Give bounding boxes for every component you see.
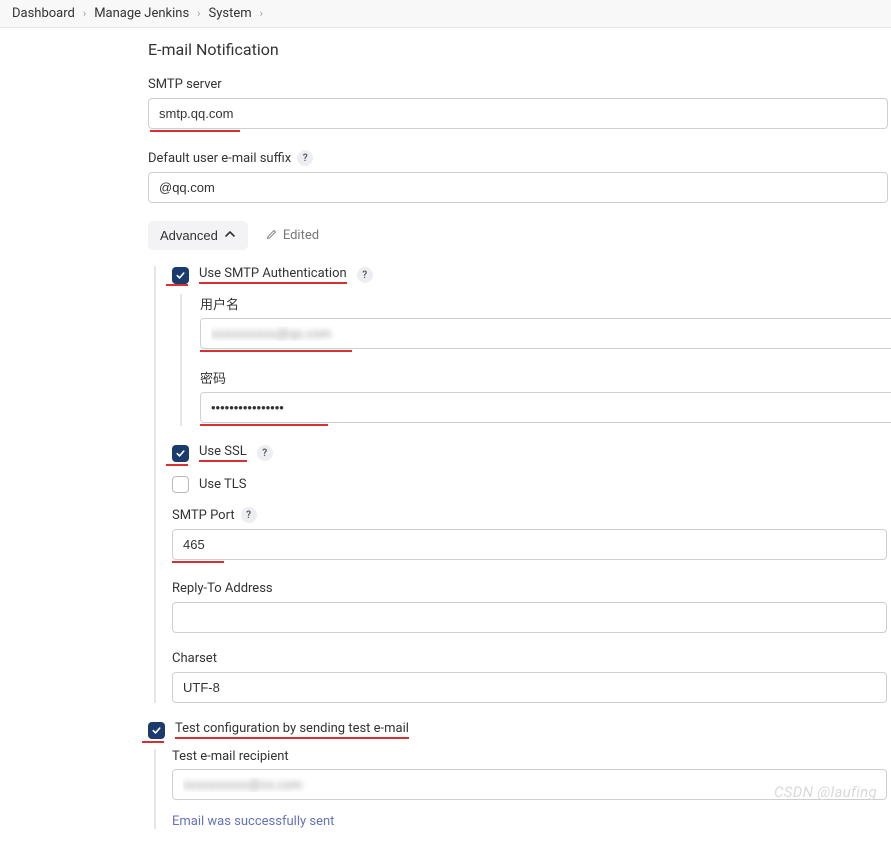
smtp-server-field: SMTP server — [148, 77, 891, 132]
auth-sub-block: 用户名 密码 — [180, 294, 891, 426]
reply-to-field: Reply-To Address — [172, 581, 891, 633]
default-suffix-input[interactable] — [148, 172, 888, 203]
breadcrumb-system[interactable]: System — [208, 6, 251, 21]
smtp-server-label: SMTP server — [148, 77, 891, 92]
chevron-right-icon: › — [83, 7, 86, 20]
smtp-port-label-text: SMTP Port — [172, 508, 235, 523]
test-config-label: Test configuration by sending test e-mai… — [175, 721, 409, 739]
section-title: E-mail Notification — [148, 40, 891, 59]
use-tls-label: Use TLS — [199, 477, 246, 492]
username-input[interactable] — [200, 318, 891, 349]
use-tls-row: Use TLS — [172, 476, 891, 493]
use-ssl-checkbox[interactable] — [172, 445, 189, 462]
use-ssl-label: Use SSL — [199, 444, 247, 462]
main-content: E-mail Notification SMTP server Default … — [0, 28, 891, 849]
chevron-right-icon: › — [197, 7, 200, 20]
advanced-button[interactable]: Advanced — [148, 221, 248, 250]
test-sub-block: Test e-mail recipient Email was successf… — [154, 749, 891, 829]
default-suffix-label: Default user e-mail suffix ? — [148, 150, 891, 166]
charset-field: Charset — [172, 651, 891, 703]
use-ssl-row: Use SSL ? — [172, 444, 891, 462]
chevron-right-icon: › — [260, 7, 263, 20]
breadcrumb-manage-jenkins[interactable]: Manage Jenkins — [94, 6, 189, 21]
smtp-port-input[interactable] — [172, 529, 887, 560]
help-icon[interactable]: ? — [297, 150, 313, 166]
test-recipient-label: Test e-mail recipient — [172, 749, 891, 764]
advanced-row: Advanced Edited — [148, 221, 891, 250]
advanced-button-label: Advanced — [160, 228, 218, 243]
reply-to-input[interactable] — [172, 602, 887, 633]
username-label: 用户名 — [200, 294, 891, 313]
use-smtp-auth-label: Use SMTP Authentication — [199, 266, 347, 284]
use-smtp-auth-row: Use SMTP Authentication ? — [172, 266, 891, 284]
password-label: 密码 — [200, 368, 891, 387]
help-icon[interactable]: ? — [241, 507, 257, 523]
help-icon[interactable]: ? — [357, 267, 373, 283]
help-icon[interactable]: ? — [257, 445, 273, 461]
smtp-port-label: SMTP Port ? — [172, 507, 891, 523]
breadcrumb: Dashboard › Manage Jenkins › System › — [0, 0, 891, 28]
test-recipient-input[interactable] — [172, 769, 887, 800]
chevron-up-icon — [224, 228, 236, 243]
password-input[interactable] — [200, 392, 891, 423]
reply-to-label: Reply-To Address — [172, 581, 891, 596]
breadcrumb-dashboard[interactable]: Dashboard — [12, 6, 75, 21]
charset-label: Charset — [172, 651, 891, 666]
edited-label: Edited — [283, 228, 319, 243]
test-status-text: Email was successfully sent — [172, 814, 891, 829]
charset-input[interactable] — [172, 672, 887, 703]
default-suffix-label-text: Default user e-mail suffix — [148, 151, 291, 166]
smtp-port-field: SMTP Port ? — [172, 507, 891, 563]
use-smtp-auth-checkbox[interactable] — [172, 267, 189, 284]
test-config-row: Test configuration by sending test e-mai… — [148, 721, 891, 739]
advanced-block: Use SMTP Authentication ? 用户名 密码 Use SSL… — [154, 266, 891, 703]
pencil-icon — [266, 228, 278, 244]
smtp-server-input[interactable] — [148, 98, 888, 129]
edited-indicator: Edited — [266, 228, 319, 244]
default-suffix-field: Default user e-mail suffix ? — [148, 150, 891, 203]
test-config-checkbox[interactable] — [148, 722, 165, 739]
use-tls-checkbox[interactable] — [172, 476, 189, 493]
